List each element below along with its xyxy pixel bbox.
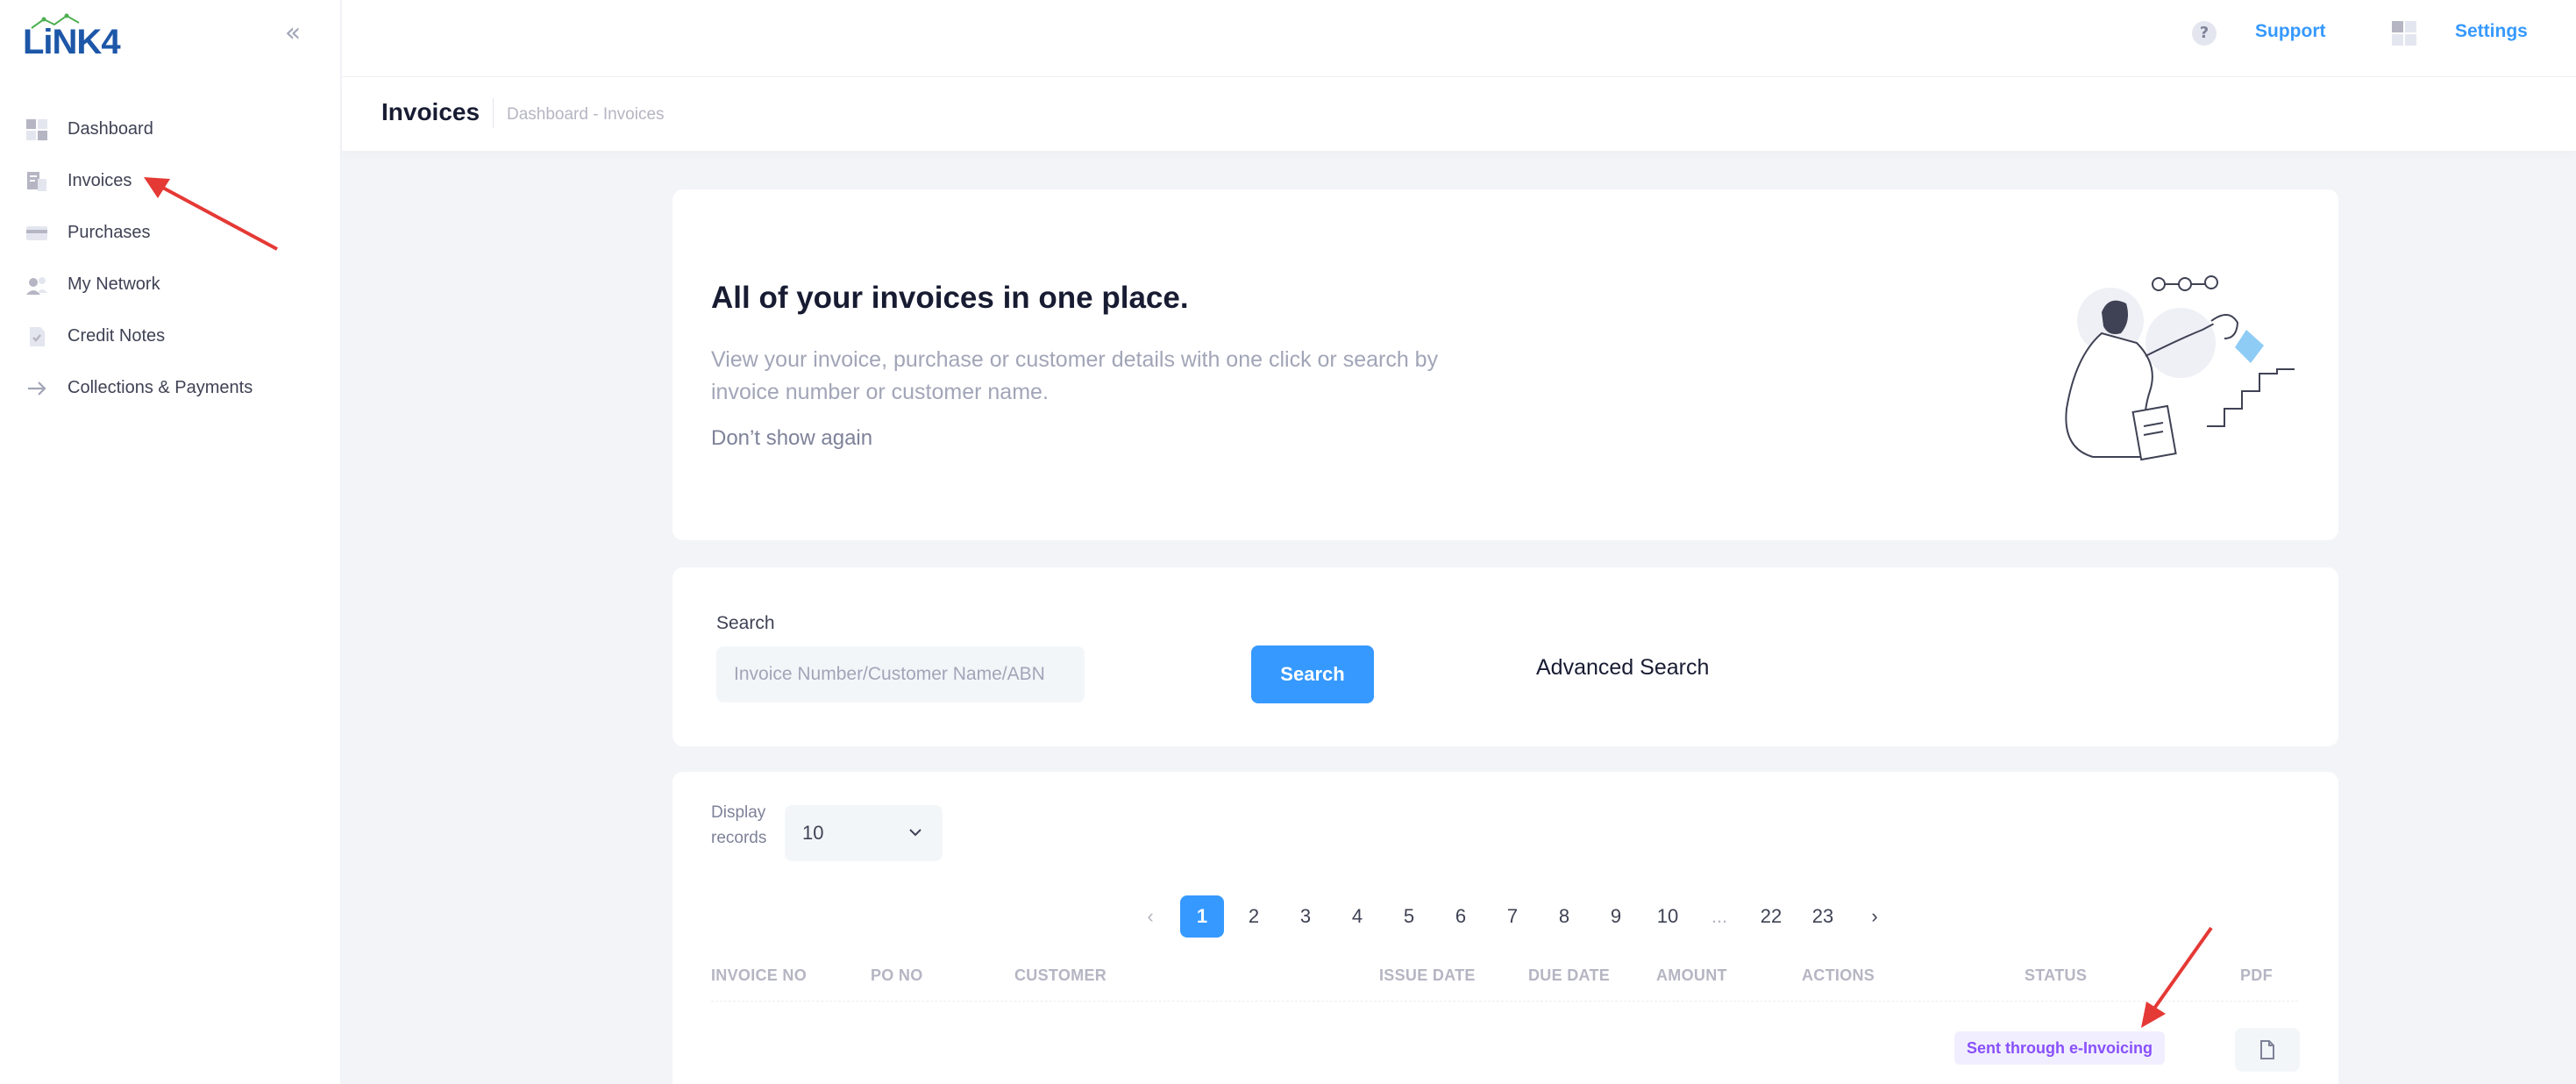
advanced-search-link[interactable]: Advanced Search bbox=[1536, 655, 1709, 681]
pagination-page[interactable]: 10 bbox=[1646, 895, 1690, 938]
invoice-icon bbox=[25, 169, 49, 194]
settings-grid-icon[interactable] bbox=[2390, 19, 2418, 47]
sidebar-item-label: Collections & Payments bbox=[68, 378, 253, 397]
sidebar-item-label: Dashboard bbox=[68, 119, 153, 139]
column-header-actions: ACTIONS bbox=[1802, 966, 1875, 984]
sidebar-item-invoices[interactable]: Invoices bbox=[0, 155, 341, 207]
table-header: INVOICE NO PO NO CUSTOMER ISSUE DATE DUE… bbox=[711, 958, 2298, 1002]
search-button[interactable]: Search bbox=[1251, 645, 1374, 703]
pagination-next[interactable]: › bbox=[1853, 895, 1896, 938]
dashboard-icon bbox=[25, 118, 49, 142]
title-separator bbox=[493, 98, 494, 128]
chevron-down-icon bbox=[909, 829, 922, 837]
subheader: Invoices Dashboard - Invoices bbox=[342, 77, 2576, 151]
dont-show-again-link[interactable]: Don’t show again bbox=[711, 426, 872, 451]
sidebar-item-label: Purchases bbox=[68, 223, 151, 242]
status-badge: Sent through e-Invoicing bbox=[1954, 1031, 2165, 1065]
sidebar-item-credit-notes[interactable]: Credit Notes bbox=[0, 310, 341, 362]
document-icon bbox=[25, 324, 49, 349]
pagination-page[interactable]: 4 bbox=[1335, 895, 1379, 938]
sidebar-item-label: Invoices bbox=[68, 171, 132, 190]
pagination-page[interactable]: 23 bbox=[1801, 895, 1845, 938]
pagination-page[interactable]: 6 bbox=[1439, 895, 1483, 938]
pagination-page[interactable]: 5 bbox=[1387, 895, 1431, 938]
help-icon[interactable]: ? bbox=[2192, 21, 2217, 46]
column-header-status[interactable]: STATUS bbox=[2025, 966, 2087, 985]
column-header-issue-date[interactable]: ISSUE DATE bbox=[1379, 966, 1476, 985]
invoice-illustration bbox=[2065, 275, 2295, 461]
search-card: Search Search Advanced Search bbox=[672, 567, 2338, 746]
pagination-page[interactable]: 8 bbox=[1542, 895, 1586, 938]
page-title: Invoices bbox=[381, 98, 480, 125]
column-header-invoice-no[interactable]: INVOICE NO bbox=[711, 966, 807, 985]
settings-link[interactable]: Settings bbox=[2455, 21, 2528, 42]
link4-logo[interactable]: LiNK4 bbox=[23, 12, 121, 61]
pagination-page[interactable]: 22 bbox=[1749, 895, 1793, 938]
pagination-page[interactable]: 1 bbox=[1180, 895, 1224, 938]
pagination-ellipsis: ... bbox=[1711, 905, 1728, 927]
sidebar-item-collections-payments[interactable]: Collections & Payments bbox=[0, 362, 341, 414]
pdf-download-button[interactable] bbox=[2235, 1028, 2300, 1072]
logo-text: LiNK4 bbox=[23, 23, 121, 61]
sidebar-item-purchases[interactable]: Purchases bbox=[0, 207, 341, 259]
display-records-value: 10 bbox=[802, 822, 824, 844]
pagination-prev[interactable]: ‹ bbox=[1128, 895, 1172, 938]
column-header-po-no[interactable]: PO NO bbox=[871, 966, 923, 985]
column-header-customer[interactable]: CUSTOMER bbox=[1014, 966, 1107, 985]
sidebar-item-dashboard[interactable]: Dashboard bbox=[0, 103, 341, 155]
breadcrumb[interactable]: Dashboard - Invoices bbox=[507, 105, 665, 125]
intro-description: View your invoice, purchase or customer … bbox=[711, 347, 1439, 404]
double-chevron-left-icon: « bbox=[284, 18, 302, 48]
sidebar-item-my-network[interactable]: My Network bbox=[0, 259, 341, 310]
intro-card: All of your invoices in one place. View … bbox=[672, 189, 2338, 540]
column-header-pdf: PDF bbox=[2240, 966, 2273, 984]
display-records-label: Display records bbox=[711, 803, 767, 847]
display-records-select[interactable]: 10 bbox=[785, 805, 943, 861]
sidebar: LiNK4 « Dashboard Invoices Purchases My … bbox=[0, 0, 341, 1084]
file-icon bbox=[2260, 1040, 2274, 1059]
column-header-due-date[interactable]: DUE DATE bbox=[1528, 966, 1610, 985]
arrow-right-icon bbox=[25, 376, 49, 401]
pagination-page[interactable]: 3 bbox=[1284, 895, 1327, 938]
sidebar-collapse-button[interactable]: « bbox=[279, 19, 307, 47]
network-icon bbox=[25, 273, 49, 297]
search-label: Search bbox=[716, 613, 775, 633]
sidebar-nav: Dashboard Invoices Purchases My Network … bbox=[0, 103, 341, 414]
sidebar-item-label: Credit Notes bbox=[68, 326, 166, 346]
column-header-amount[interactable]: AMOUNT bbox=[1656, 966, 1727, 985]
invoice-table-card: Display records 10 ‹ 1 2 3 4 5 6 7 8 9 1… bbox=[672, 772, 2338, 1084]
pagination-page[interactable]: 9 bbox=[1594, 895, 1638, 938]
top-header: ? Support Settings bbox=[342, 0, 2576, 77]
card-icon bbox=[25, 221, 49, 246]
sidebar-item-label: My Network bbox=[68, 275, 160, 294]
pagination-page[interactable]: 2 bbox=[1232, 895, 1276, 938]
support-link[interactable]: Support bbox=[2255, 21, 2325, 42]
search-input[interactable] bbox=[716, 646, 1085, 702]
pagination: ‹ 1 2 3 4 5 6 7 8 9 10 ... 22 23 › bbox=[1128, 895, 1904, 938]
pagination-page[interactable]: 7 bbox=[1491, 895, 1534, 938]
intro-title: All of your invoices in one place. bbox=[711, 281, 1189, 315]
